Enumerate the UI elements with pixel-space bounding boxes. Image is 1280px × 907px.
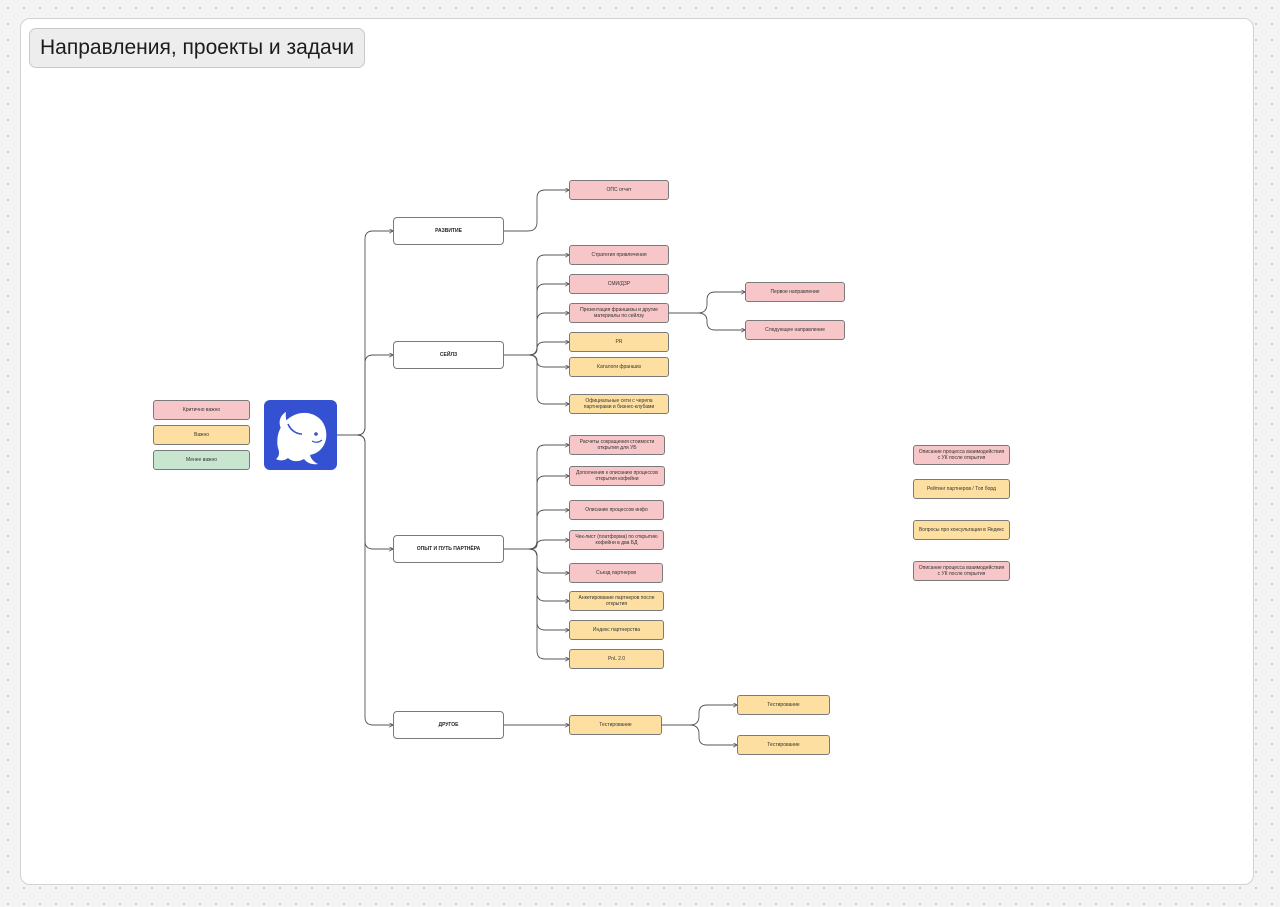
legend-important[interactable]: Важно (153, 425, 250, 445)
node-strategy[interactable]: Стратегия привлечения (569, 245, 669, 265)
node-calc[interactable]: Расчеты сокращения стоимости открытия дл… (569, 435, 665, 455)
floating-note-3[interactable]: Вопросы про консультации в Яндекс (913, 520, 1010, 540)
node-first-direction[interactable]: Первое направление (745, 282, 845, 302)
node-ops-report[interactable]: ОПС отчет (569, 180, 669, 200)
node-pnl[interactable]: PnL 2.0 (569, 649, 664, 669)
node-additions[interactable]: Дополнения к описанию процессов открытия… (569, 466, 665, 486)
node-testing-b[interactable]: Тестирование (737, 735, 830, 755)
floating-note-4[interactable]: Описание процесса взаимодействия с УК по… (913, 561, 1010, 581)
company-logo[interactable] (264, 400, 337, 470)
node-official-networks[interactable]: Официальные сети с черепа партнерами и б… (569, 394, 669, 414)
node-next-direction[interactable]: Следующее направление (745, 320, 845, 340)
beluga-whale-icon (276, 412, 327, 465)
node-smm[interactable]: СМИ/ДЗР (569, 274, 669, 294)
legend-critical[interactable]: Критично важно (153, 400, 250, 420)
legend-less-important[interactable]: Менее важно (153, 450, 250, 470)
node-presentation[interactable]: Презентация франшизы и другие материалы … (569, 303, 669, 323)
node-testing-a[interactable]: Тестирование (737, 695, 830, 715)
node-checklist[interactable]: Чек-лист (платформа) по открытию кофейни… (569, 530, 664, 550)
branch-drugoe[interactable]: ДРУГОЕ (393, 711, 504, 739)
branch-razvitie[interactable]: РАЗВИТИЕ (393, 217, 504, 245)
node-describe[interactable]: Описание процессов инфо (569, 500, 664, 520)
floating-note-2[interactable]: Рейтинг партнеров / Топ борд (913, 479, 1010, 499)
branch-opyt[interactable]: ОПЫТ И ПУТЬ ПАРТНЁРА (393, 535, 504, 563)
node-meeting[interactable]: Съезд партнеров (569, 563, 663, 583)
node-pr[interactable]: PR (569, 332, 669, 352)
floating-note-1[interactable]: Описание процесса взаимодействия с УК по… (913, 445, 1010, 465)
branch-seyls[interactable]: СЕЙЛЗ (393, 341, 504, 369)
node-catalogs[interactable]: Каталоги франшиз (569, 357, 669, 377)
node-index[interactable]: Индекс партнерства (569, 620, 664, 640)
node-survey[interactable]: Анкетирование партнеров после открытия (569, 591, 664, 611)
board-title[interactable]: Направления, проекты и задачи (29, 28, 365, 68)
node-testing[interactable]: Тестирование (569, 715, 662, 735)
